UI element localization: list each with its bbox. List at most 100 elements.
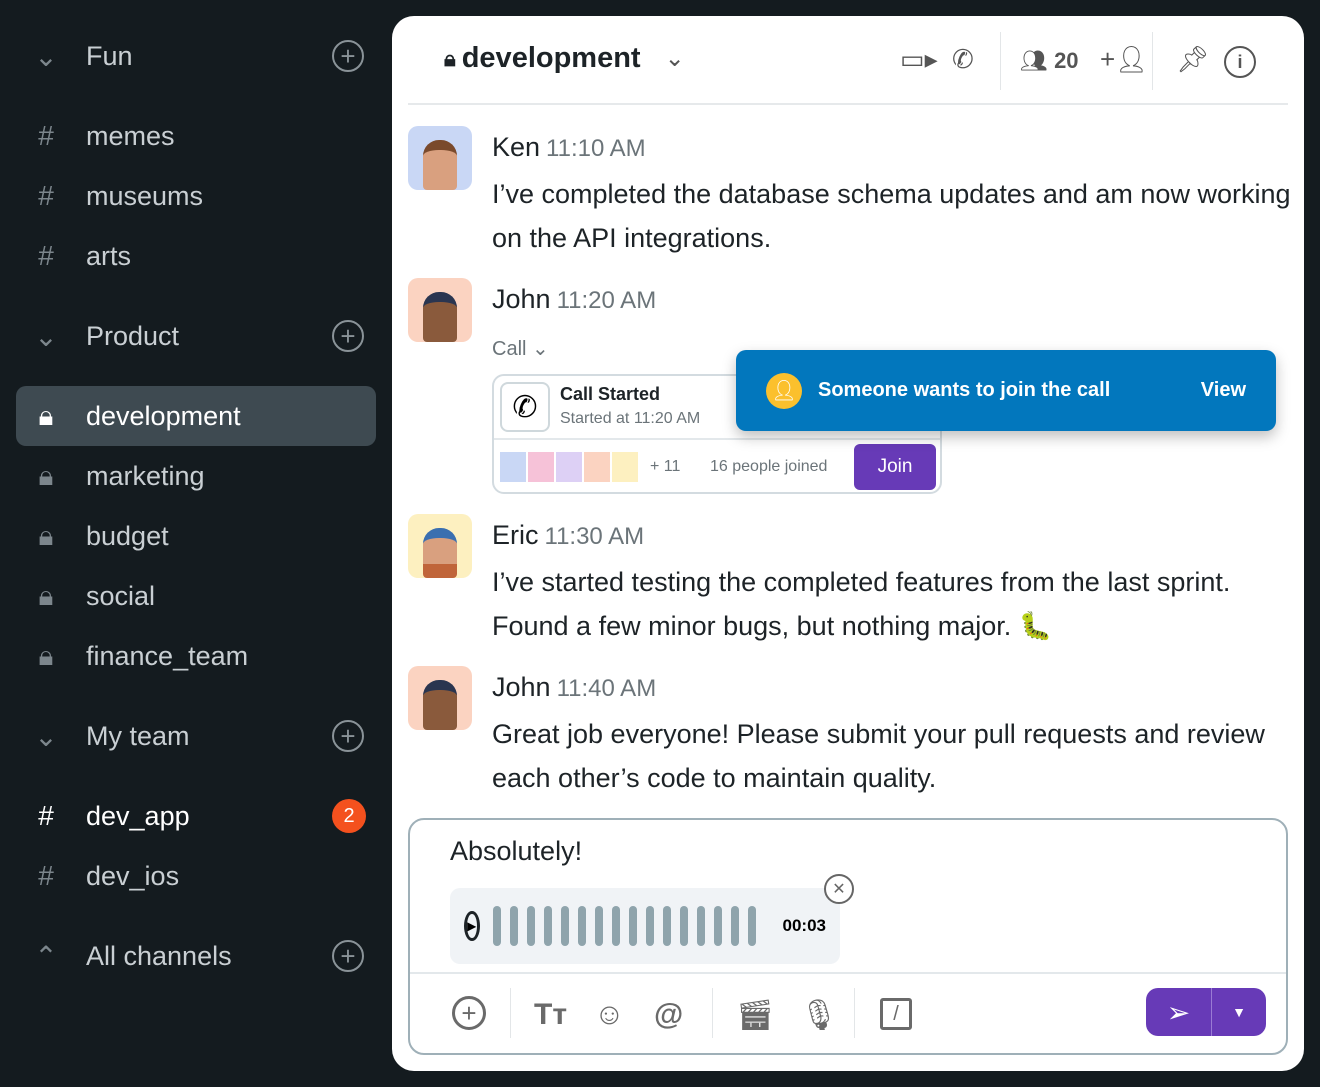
phone-icon: ✆ bbox=[500, 382, 550, 432]
chevron-down-icon: ⌄ bbox=[34, 720, 58, 752]
participant-avatars bbox=[500, 452, 638, 482]
waveform-bar bbox=[730, 906, 739, 946]
phone-icon[interactable]: ✆ bbox=[952, 44, 974, 75]
avatar bbox=[408, 514, 472, 578]
waveform-bar bbox=[645, 906, 654, 946]
video-icon[interactable]: ▭▸ bbox=[900, 44, 938, 75]
waveform-bar bbox=[560, 906, 569, 946]
unread-badge: 2 bbox=[332, 799, 366, 833]
call-toggle[interactable]: Call ⌄ bbox=[492, 336, 549, 361]
join-request-toast: 👤︎ Someone wants to join the call View bbox=[736, 350, 1276, 431]
waveform-bar bbox=[509, 906, 518, 946]
message-text: Great job everyone! Please submit your p… bbox=[492, 719, 1265, 793]
add-member-icon[interactable]: +👤︎ bbox=[1100, 44, 1148, 75]
lock-icon: 🔒︎ bbox=[444, 45, 456, 71]
sidebar-item-dev-ios[interactable]: # dev_ios bbox=[16, 846, 376, 906]
waveform-bar bbox=[611, 906, 620, 946]
video-clip-icon[interactable]: 🎬︎ bbox=[736, 998, 774, 1033]
hash-icon: # bbox=[38, 860, 54, 891]
info-icon[interactable]: i bbox=[1224, 46, 1256, 78]
hash-icon: # bbox=[38, 120, 54, 151]
waveform-bar bbox=[577, 906, 586, 946]
hash-icon: # bbox=[38, 240, 54, 271]
lock-icon: 🔒︎ bbox=[38, 459, 54, 491]
waveform-bar bbox=[543, 906, 552, 946]
author[interactable]: John bbox=[492, 284, 551, 314]
chat-panel: 🔒︎ development ⌄ ▭▸ ✆ 👥︎ 20 +👤︎ 📌︎ i Ken 11… bbox=[392, 16, 1304, 1071]
avatar bbox=[500, 452, 526, 482]
chevron-down-icon: ⌄ bbox=[34, 40, 58, 72]
add-channel-icon[interactable]: + bbox=[332, 720, 364, 752]
group-my-team[interactable]: ⌄ My team + bbox=[16, 706, 376, 766]
hash-icon: # bbox=[38, 800, 54, 831]
mention-icon[interactable]: @ bbox=[654, 998, 683, 1032]
sidebar-item-dev-app[interactable]: # dev_app 2 bbox=[16, 786, 376, 846]
audio-attachment: ▶ 00:03 bbox=[450, 888, 840, 964]
members-icon: 👥︎ bbox=[1020, 48, 1048, 73]
sidebar-item-budget[interactable]: 🔒︎ budget bbox=[16, 506, 376, 566]
group-all-channels[interactable]: ⌃ All channels + bbox=[16, 926, 376, 986]
waveform-bar bbox=[713, 906, 722, 946]
hash-icon: # bbox=[38, 180, 54, 211]
microphone-icon[interactable]: 🎙︎ bbox=[800, 998, 838, 1033]
sidebar-item-development[interactable]: 🔒︎ development bbox=[16, 386, 376, 446]
author[interactable]: John bbox=[492, 672, 551, 702]
message-text: I’ve started testing the completed featu… bbox=[492, 567, 1231, 641]
lock-icon: 🔒︎ bbox=[38, 519, 54, 551]
join-button[interactable]: Join bbox=[854, 444, 936, 490]
waveform-bar bbox=[747, 906, 756, 946]
avatar bbox=[556, 452, 582, 482]
group-fun[interactable]: ⌄ Fun + bbox=[16, 26, 376, 86]
avatar bbox=[408, 666, 472, 730]
author[interactable]: Ken bbox=[492, 132, 540, 162]
send-button-group: ➢ ▼ bbox=[1146, 988, 1266, 1036]
add-icon[interactable]: + bbox=[452, 996, 486, 1030]
waveform-bar bbox=[526, 906, 535, 946]
avatar bbox=[528, 452, 554, 482]
sidebar-item-finance-team[interactable]: 🔒︎ finance_team bbox=[16, 626, 376, 686]
chevron-up-icon: ⌃ bbox=[34, 940, 58, 972]
send-options-icon[interactable]: ▼ bbox=[1212, 988, 1266, 1036]
divider bbox=[1152, 32, 1153, 90]
waveform-bar bbox=[492, 906, 501, 946]
view-button[interactable]: View bbox=[1201, 379, 1246, 402]
channel-header: 🔒︎ development ⌄ ▭▸ ✆ 👥︎ 20 +👤︎ 📌︎ i bbox=[408, 16, 1288, 105]
group-product[interactable]: ⌄ Product + bbox=[16, 306, 376, 366]
person-icon: 👤︎ bbox=[766, 372, 802, 409]
message-input[interactable]: Absolutely! bbox=[450, 836, 582, 867]
waveform-bar bbox=[679, 906, 688, 946]
send-icon[interactable]: ➢ bbox=[1146, 988, 1212, 1036]
pin-icon[interactable]: 📌︎ bbox=[1176, 44, 1209, 75]
remove-attachment-icon[interactable]: ✕ bbox=[824, 874, 854, 904]
author[interactable]: Eric bbox=[492, 520, 539, 550]
emoji-icon[interactable]: ☺ bbox=[594, 998, 625, 1032]
slash-command-icon[interactable]: / bbox=[880, 998, 912, 1030]
sidebar-item-memes[interactable]: # memes bbox=[16, 106, 376, 166]
channel-title[interactable]: 🔒︎ development ⌄ bbox=[444, 42, 685, 75]
members-button[interactable]: 👥︎ 20 bbox=[1020, 48, 1079, 74]
waveform[interactable] bbox=[492, 906, 756, 946]
add-channel-icon[interactable]: + bbox=[332, 40, 364, 72]
waveform-bar bbox=[696, 906, 705, 946]
waveform-bar bbox=[662, 906, 671, 946]
waveform-bar bbox=[628, 906, 637, 946]
lock-icon: 🔒︎ bbox=[38, 579, 54, 611]
message-text: I’ve completed the database schema updat… bbox=[492, 179, 1291, 253]
sidebar-item-social[interactable]: 🔒︎ social bbox=[16, 566, 376, 626]
add-channel-icon[interactable]: + bbox=[332, 320, 364, 352]
avatar bbox=[408, 278, 472, 342]
sidebar-item-arts[interactable]: # arts bbox=[16, 226, 376, 286]
chevron-down-icon: ⌄ bbox=[34, 320, 58, 352]
avatar bbox=[612, 452, 638, 482]
audio-duration: 00:03 bbox=[782, 916, 826, 935]
add-channel-icon[interactable]: + bbox=[332, 940, 364, 972]
sidebar-item-museums[interactable]: # museums bbox=[16, 166, 376, 226]
sidebar-item-marketing[interactable]: 🔒︎ marketing bbox=[16, 446, 376, 506]
lock-icon: 🔒︎ bbox=[38, 639, 54, 671]
lock-icon: 🔒︎ bbox=[38, 399, 54, 431]
waveform-bar bbox=[594, 906, 603, 946]
message-composer: Absolutely! ▶ 00:03 ✕ + Tт ☺ @ 🎬︎ 🎙︎ / ➢… bbox=[408, 818, 1288, 1055]
avatar bbox=[408, 126, 472, 190]
text-format-icon[interactable]: Tт bbox=[534, 998, 567, 1032]
play-icon[interactable]: ▶ bbox=[464, 911, 480, 941]
